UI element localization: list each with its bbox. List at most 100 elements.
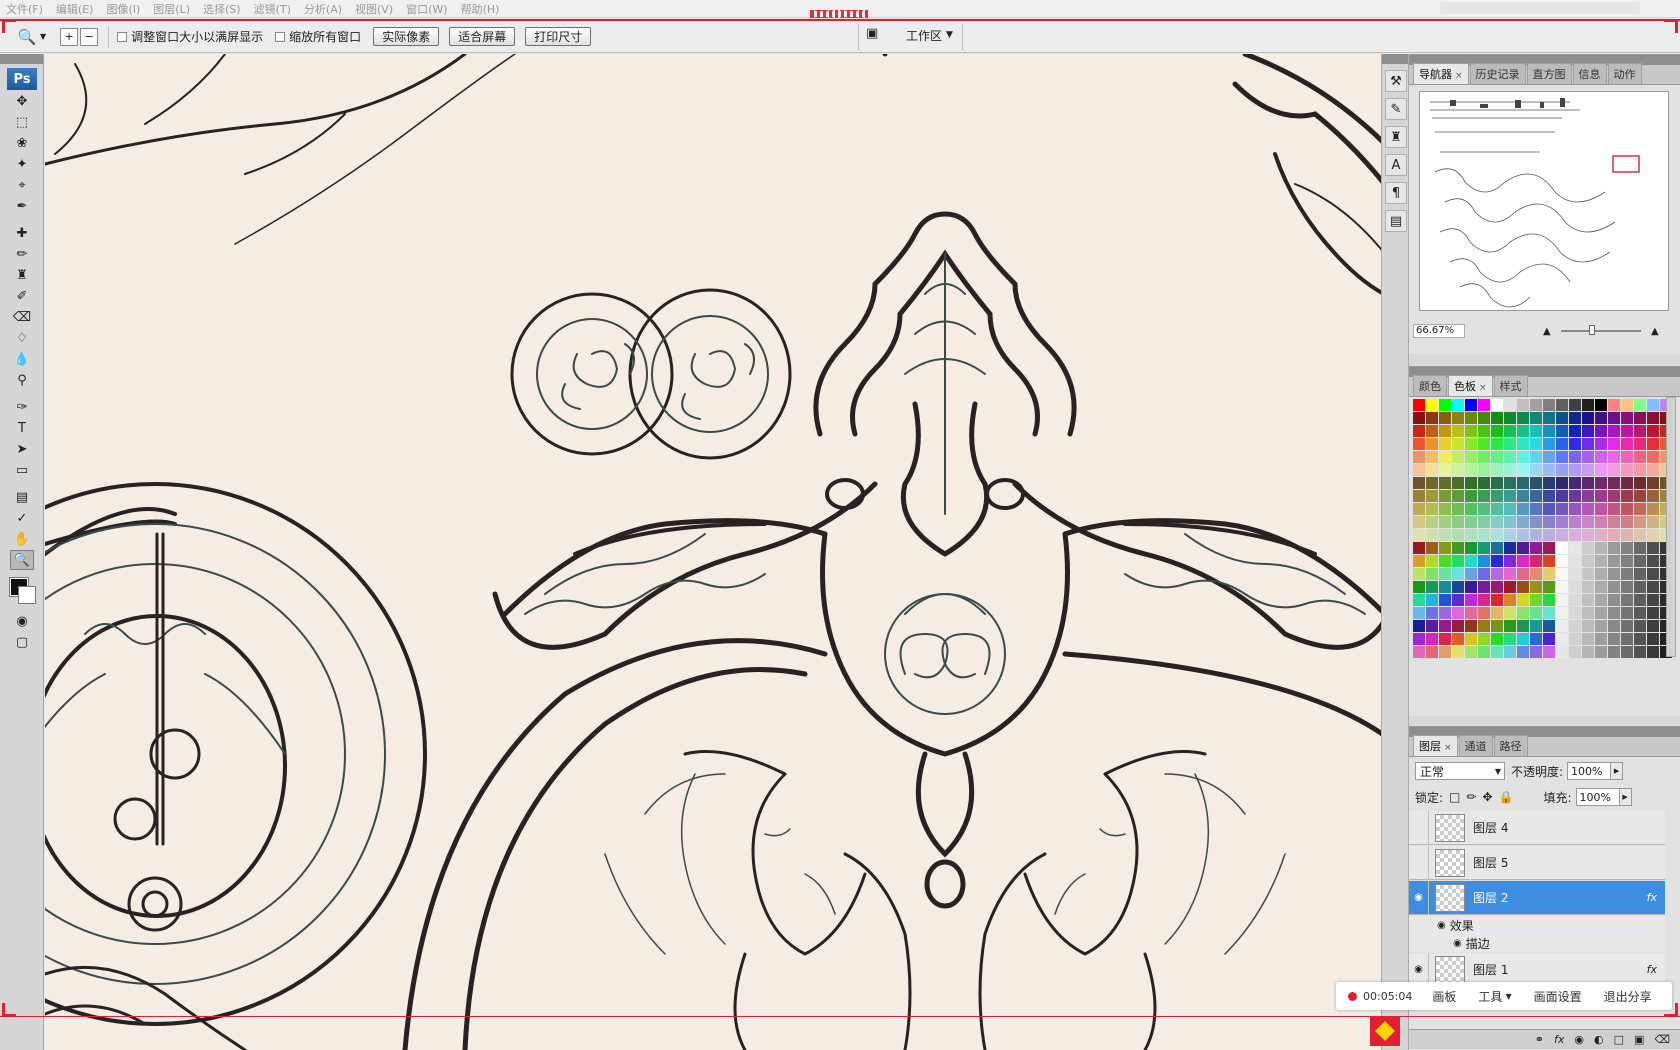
swatch[interactable] — [1491, 555, 1503, 567]
swatch[interactable] — [1413, 607, 1425, 619]
swatch[interactable] — [1491, 464, 1503, 476]
swatch[interactable] — [1478, 581, 1490, 593]
tab-navigator[interactable]: 导航器 × — [1413, 63, 1469, 84]
swatch[interactable] — [1426, 490, 1438, 502]
swatch[interactable] — [1582, 529, 1594, 541]
swatch[interactable] — [1621, 490, 1633, 502]
menu-window[interactable]: 窗口(W) — [406, 1, 447, 17]
recording-drag-handle[interactable] — [810, 10, 868, 18]
swatch[interactable] — [1634, 607, 1646, 619]
menu-file[interactable]: 文件(F) — [6, 1, 43, 17]
eyedropper-tool-icon[interactable]: ✓ — [10, 508, 34, 528]
swatch[interactable] — [1413, 529, 1425, 541]
swatch[interactable] — [1647, 451, 1659, 463]
swatch[interactable] — [1439, 477, 1451, 489]
tab-color[interactable]: 颜色 — [1413, 375, 1447, 396]
swatch[interactable] — [1517, 555, 1529, 567]
quick-mask-icon[interactable]: ◉ — [10, 611, 34, 631]
swatch[interactable] — [1621, 438, 1633, 450]
swatch[interactable] — [1608, 412, 1620, 424]
brush-tool-icon[interactable]: ✏ — [10, 244, 34, 264]
resize-windows-checkbox[interactable]: 调整窗口大小以满屏显示 — [117, 28, 263, 45]
swatch[interactable] — [1595, 412, 1607, 424]
swatch[interactable] — [1439, 542, 1451, 554]
swatch[interactable] — [1478, 555, 1490, 567]
swatch[interactable] — [1439, 646, 1451, 658]
tool-preset-chevron-down-icon[interactable]: ▼ — [40, 32, 46, 41]
swatch[interactable] — [1452, 607, 1464, 619]
swatch[interactable] — [1595, 399, 1607, 411]
swatch[interactable] — [1504, 425, 1516, 437]
swatch[interactable] — [1504, 438, 1516, 450]
swatch[interactable] — [1543, 646, 1555, 658]
swatch[interactable] — [1582, 581, 1594, 593]
swatch[interactable] — [1608, 607, 1620, 619]
swatch[interactable] — [1465, 529, 1477, 541]
swatch[interactable] — [1491, 581, 1503, 593]
tab-history[interactable]: 历史记录 — [1469, 63, 1526, 84]
tab-actions[interactable]: 动作 — [1607, 63, 1642, 84]
ps-logo[interactable]: Ps — [7, 68, 37, 90]
swatch[interactable] — [1621, 529, 1633, 541]
eraser-tool-icon[interactable]: ⌫ — [10, 307, 34, 327]
swatch[interactable] — [1556, 438, 1568, 450]
swatch[interactable] — [1608, 490, 1620, 502]
swatch[interactable] — [1478, 425, 1490, 437]
swatch[interactable] — [1556, 529, 1568, 541]
swatch[interactable] — [1517, 477, 1529, 489]
swatch[interactable] — [1452, 464, 1464, 476]
pen-tool-icon[interactable]: ✑ — [10, 397, 34, 417]
checkbox-box[interactable] — [117, 31, 128, 42]
swatch[interactable] — [1634, 477, 1646, 489]
swatch[interactable] — [1504, 646, 1516, 658]
recording-corner[interactable] — [2, 1003, 16, 1017]
blend-mode-select[interactable]: 正常 ▼ — [1415, 762, 1505, 780]
zoom-out-icon[interactable]: − — [80, 27, 99, 46]
document-canvas[interactable] — [45, 54, 1407, 1050]
swatch[interactable] — [1621, 542, 1633, 554]
swatch[interactable] — [1465, 425, 1477, 437]
swatch[interactable] — [1569, 490, 1581, 502]
swatch[interactable] — [1413, 490, 1425, 502]
fx-icon[interactable]: fx — [1647, 963, 1657, 976]
swatch[interactable] — [1439, 555, 1451, 567]
swatch[interactable] — [1543, 412, 1555, 424]
swatch[interactable] — [1465, 607, 1477, 619]
swatch[interactable] — [1452, 529, 1464, 541]
swatch[interactable] — [1595, 529, 1607, 541]
swatch[interactable] — [1530, 425, 1542, 437]
swatch[interactable] — [1426, 464, 1438, 476]
swatch[interactable] — [1478, 594, 1490, 606]
swatch[interactable] — [1413, 399, 1425, 411]
swatch[interactable] — [1634, 425, 1646, 437]
swatch[interactable] — [1647, 399, 1659, 411]
swatch[interactable] — [1426, 581, 1438, 593]
layer-name[interactable]: 图层 2 — [1473, 889, 1647, 906]
clone-stamp-icon[interactable]: ♜ — [10, 265, 34, 285]
swatches-scrollbar[interactable] — [1666, 397, 1676, 657]
swatch[interactable] — [1504, 594, 1516, 606]
mask-icon[interactable]: ◉ — [1574, 1033, 1584, 1046]
eye-icon[interactable]: ◉ — [1453, 938, 1462, 949]
swatch[interactable] — [1543, 568, 1555, 580]
swatch[interactable] — [1504, 607, 1516, 619]
brushes-icon[interactable]: ✎ — [1385, 98, 1407, 120]
swatch[interactable] — [1530, 555, 1542, 567]
swatch[interactable] — [1543, 451, 1555, 463]
swatch[interactable] — [1543, 594, 1555, 606]
swatch[interactable] — [1478, 607, 1490, 619]
type-tool-icon[interactable]: T — [10, 418, 34, 438]
swatch[interactable] — [1647, 568, 1659, 580]
swatch[interactable] — [1478, 568, 1490, 580]
swatch[interactable] — [1634, 542, 1646, 554]
swatch[interactable] — [1595, 555, 1607, 567]
swatch[interactable] — [1647, 529, 1659, 541]
swatch[interactable] — [1530, 490, 1542, 502]
tab-layers[interactable]: 图层 × — [1413, 735, 1458, 756]
swatch[interactable] — [1530, 477, 1542, 489]
swatch[interactable] — [1634, 464, 1646, 476]
menu-layer[interactable]: 图层(L) — [153, 1, 190, 17]
swatch[interactable] — [1634, 568, 1646, 580]
swatch[interactable] — [1634, 412, 1646, 424]
swatch[interactable] — [1608, 581, 1620, 593]
